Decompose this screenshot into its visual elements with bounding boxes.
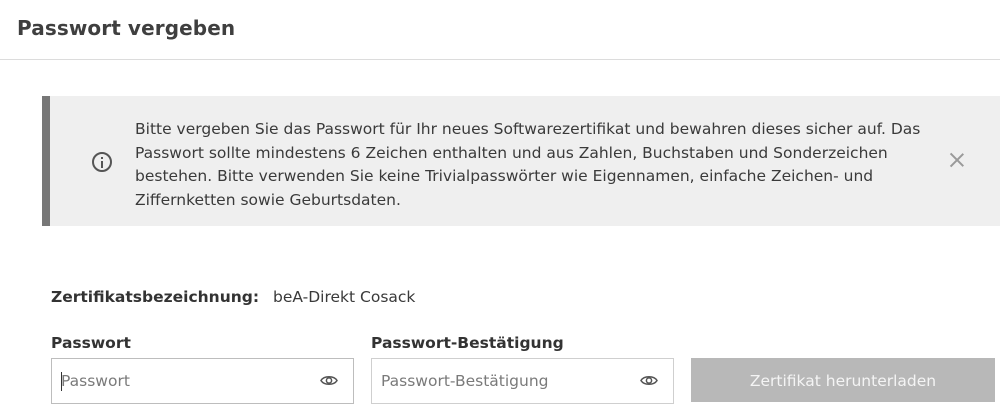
password-field[interactable] [51,358,354,404]
text-caret [61,372,62,391]
eye-icon[interactable] [320,374,338,387]
close-icon[interactable] [946,149,968,171]
dialog-header: Passwort vergeben [0,0,1000,60]
info-icon [92,152,112,172]
password-label: Passwort [51,334,131,352]
certificate-label: Zertifikatsbezeichnung: [51,288,260,306]
certificate-value: beA-Direkt Cosack [273,288,416,306]
password-confirm-field[interactable] [371,358,674,404]
page-title: Passwort vergeben [17,16,236,40]
eye-icon[interactable] [640,374,658,387]
download-certificate-button[interactable]: Zertifikat herunterladen [691,358,995,402]
password-confirm-label: Passwort-Bestätigung [371,334,564,352]
password-confirm-input[interactable] [381,359,621,403]
password-input[interactable] [61,359,301,403]
info-message: Bitte vergeben Sie das Passwort für Ihr … [135,120,921,209]
info-banner: Bitte vergeben Sie das Passwort für Ihr … [42,96,1000,226]
